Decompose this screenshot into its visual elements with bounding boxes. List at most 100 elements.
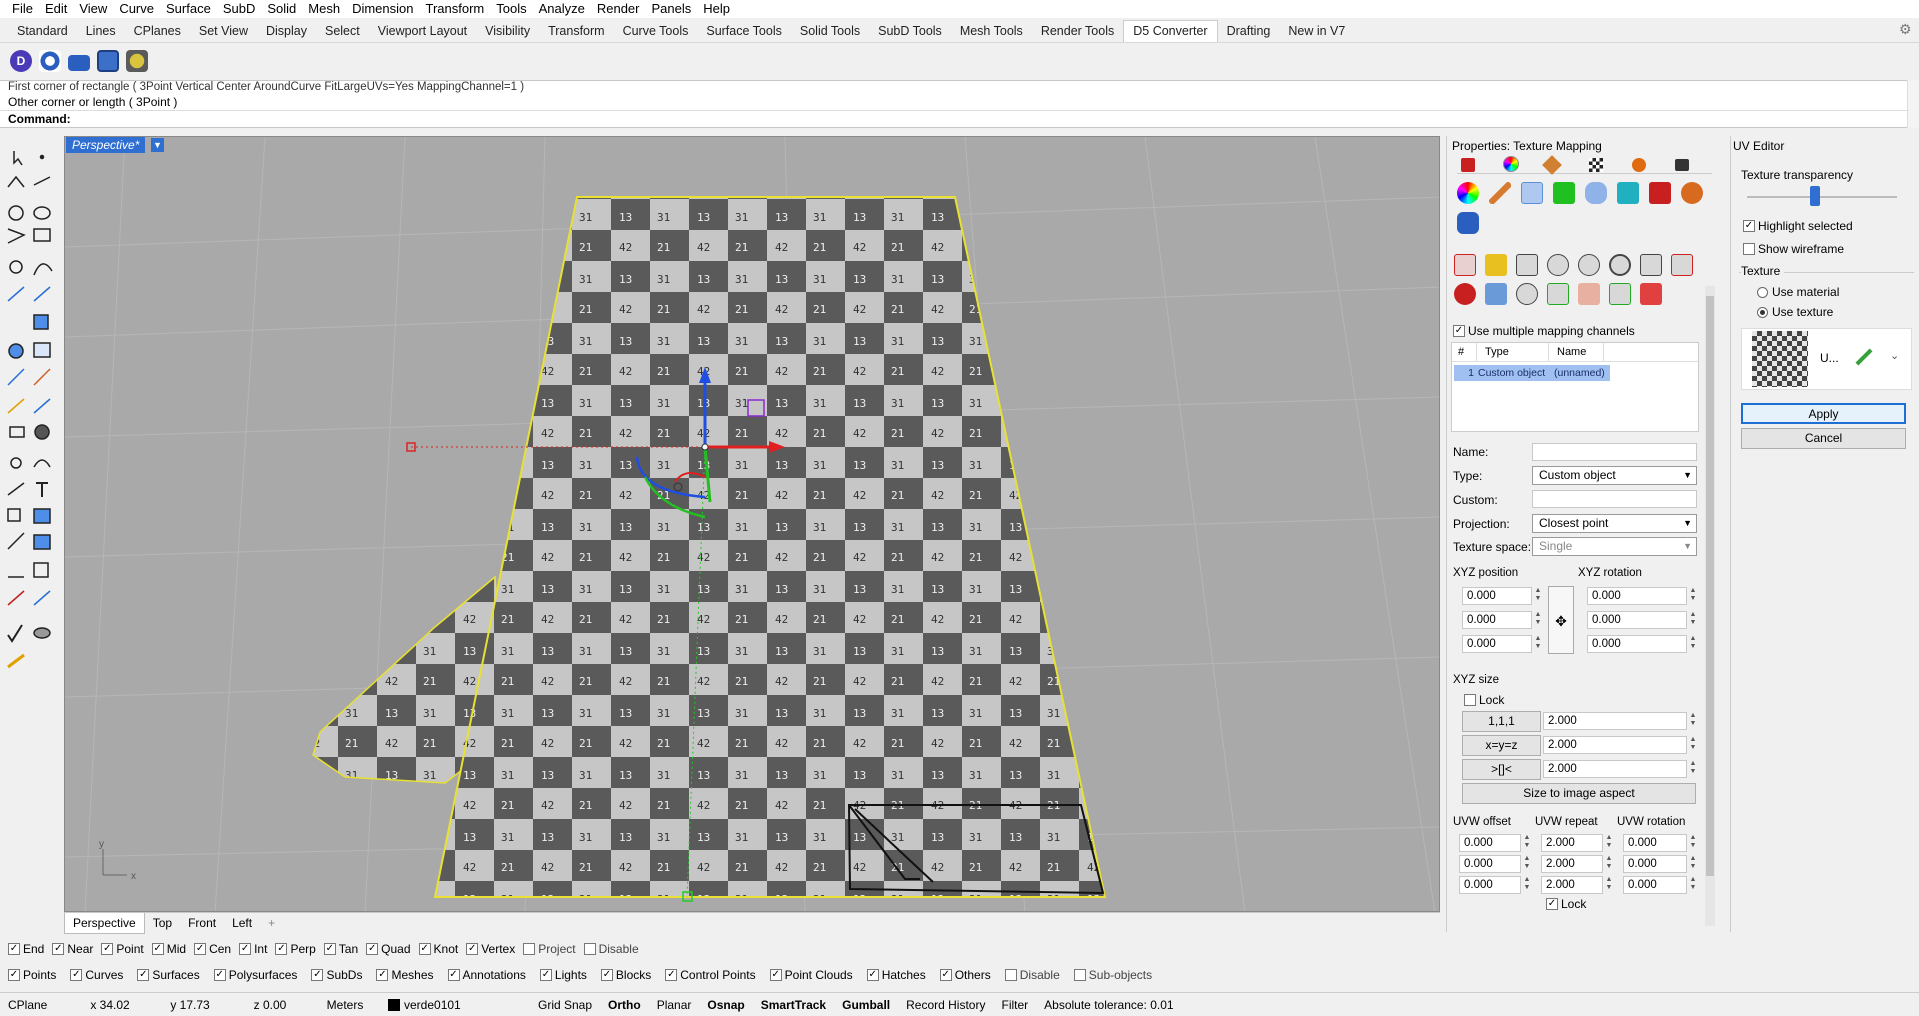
rot-y-field[interactable]: 0.000: [1587, 611, 1687, 629]
viewport-menu-chevron-down-icon[interactable]: ▼: [151, 138, 164, 152]
rotation-w-spinner[interactable]: ▲ ▼: [1689, 876, 1697, 894]
rotation-w-field[interactable]: 0.000: [1623, 876, 1687, 894]
mapping-tool-10-icon[interactable]: [1485, 283, 1507, 305]
layer[interactable]: verde0101: [380, 998, 530, 1012]
highlight-selected-box[interactable]: ✓: [1743, 220, 1755, 232]
pos-z-spinner[interactable]: ▲ ▼: [1534, 635, 1542, 653]
status-grid-snap[interactable]: Grid Snap: [530, 998, 600, 1012]
osnap-box[interactable]: [583, 943, 596, 955]
brush-icon[interactable]: [1489, 182, 1511, 204]
filter-box[interactable]: ✓: [769, 969, 782, 981]
osnap-cen[interactable]: ✓ Cen: [194, 942, 231, 956]
move-handle[interactable]: ✥: [1548, 586, 1574, 654]
menu-item-mesh[interactable]: Mesh: [302, 0, 346, 18]
status-planar[interactable]: Planar: [649, 998, 700, 1012]
status-ortho[interactable]: Ortho: [600, 998, 649, 1012]
perspective-viewport[interactable]: 13 21 31 42: [64, 136, 1440, 912]
filter-meshes[interactable]: ✓ Meshes: [376, 968, 434, 982]
table-row[interactable]: 1 Custom object (unnamed): [1454, 365, 1610, 381]
repeat-u-spinner[interactable]: ▲ ▼: [1605, 834, 1613, 852]
repeat-v-spinner[interactable]: ▲ ▼: [1605, 855, 1613, 873]
database-icon[interactable]: [1457, 212, 1479, 234]
properties-scroll-thumb[interactable]: [1706, 296, 1714, 876]
chevron-down-icon[interactable]: ⌄: [1890, 349, 1899, 362]
size-x-spinner[interactable]: ▲ ▼: [1689, 712, 1697, 730]
repeat-w-spinner[interactable]: ▲ ▼: [1605, 876, 1613, 894]
filter-box[interactable]: ✓: [8, 969, 20, 981]
tab-cplanes[interactable]: CPlanes: [125, 21, 190, 42]
osnap-near[interactable]: ✓ Near: [52, 942, 93, 956]
transparency-slider-thumb[interactable]: [1809, 186, 1820, 206]
cylinder-map-icon[interactable]: [1585, 182, 1607, 204]
pos-y-field[interactable]: 0.000: [1462, 611, 1532, 629]
mapping-tool-11-icon[interactable]: [1516, 283, 1538, 305]
menu-item-transform[interactable]: Transform: [419, 0, 490, 18]
object-tab-icon[interactable]: [1461, 158, 1475, 172]
planar-map-icon[interactable]: [1553, 182, 1575, 204]
filter-control-points[interactable]: ✓ Control Points: [665, 968, 756, 982]
uvw-lock-box[interactable]: ✓: [1546, 898, 1558, 910]
osnap-perp[interactable]: ✓ Perp: [275, 942, 316, 956]
rot-z-spinner[interactable]: ▲ ▼: [1689, 635, 1697, 653]
size-lock-checkbox[interactable]: Lock: [1464, 693, 1504, 707]
size-uniform-button[interactable]: 1,1,1: [1462, 711, 1541, 732]
status-osnap[interactable]: Osnap: [699, 998, 752, 1012]
offset-u-field[interactable]: 0.000: [1459, 834, 1521, 852]
size-z-spinner[interactable]: ▲ ▼: [1689, 760, 1697, 778]
mapping-tool-5-icon[interactable]: [1578, 254, 1600, 276]
menu-item-view[interactable]: View: [73, 0, 113, 18]
rotation-u-field[interactable]: 0.000: [1623, 834, 1687, 852]
pencil-icon[interactable]: [1855, 348, 1873, 366]
cancel-button[interactable]: Cancel: [1741, 428, 1906, 449]
filter-box[interactable]: ✓: [311, 969, 324, 981]
tab-solid-tools[interactable]: Solid Tools: [791, 21, 869, 42]
filter-surfaces[interactable]: ✓ Surfaces: [137, 968, 200, 982]
osnap-box[interactable]: ✓: [194, 943, 207, 955]
filter-box[interactable]: ✓: [447, 969, 460, 981]
video-camera-icon[interactable]: [68, 54, 90, 71]
menu-item-help[interactable]: Help: [697, 0, 736, 18]
units[interactable]: Meters: [310, 998, 380, 1012]
pos-x-field[interactable]: 0.000: [1462, 587, 1532, 605]
osnap-box[interactable]: ✓: [239, 943, 252, 955]
size-y-field[interactable]: 2.000: [1543, 736, 1687, 754]
osnap-point[interactable]: ✓ Point: [101, 942, 144, 956]
osnap-project[interactable]: Project: [523, 942, 576, 956]
repeat-v-field[interactable]: 2.000: [1541, 855, 1603, 873]
box-map-icon[interactable]: [1617, 182, 1639, 204]
decal-tab-icon[interactable]: [1542, 155, 1562, 175]
sphere-map-icon[interactable]: [1681, 182, 1703, 204]
tab-visibility[interactable]: Visibility: [476, 21, 539, 42]
show-wireframe-checkbox[interactable]: Show wireframe: [1743, 242, 1844, 256]
mapping-tool-4-icon[interactable]: [1547, 254, 1569, 276]
osnap-box[interactable]: ✓: [8, 943, 20, 955]
mapping-tool-12-icon[interactable]: [1547, 283, 1569, 305]
mapping-tool-15-icon[interactable]: [1640, 283, 1662, 305]
use-multiple-box[interactable]: ✓: [1453, 325, 1465, 337]
menu-item-surface[interactable]: Surface: [160, 0, 217, 18]
rotation-v-spinner[interactable]: ▲ ▼: [1689, 855, 1697, 873]
osnap-box[interactable]: [523, 943, 536, 955]
osnap-box[interactable]: ✓: [52, 943, 65, 955]
custom-field[interactable]: [1532, 490, 1697, 508]
use-material-radio[interactable]: Use material: [1757, 285, 1839, 299]
filter-lights[interactable]: ✓ Lights: [539, 968, 587, 982]
use-multiple-checkbox[interactable]: ✓ Use multiple mapping channels: [1453, 324, 1635, 338]
mapping-tool-2-icon[interactable]: [1485, 254, 1507, 276]
menu-item-dimension[interactable]: Dimension: [346, 0, 419, 18]
tab-viewport-layout[interactable]: Viewport Layout: [369, 21, 476, 42]
cplane-label[interactable]: CPlane: [0, 998, 70, 1012]
tab-render-tools[interactable]: Render Tools: [1032, 21, 1123, 42]
offset-w-spinner[interactable]: ▲ ▼: [1523, 876, 1531, 894]
light-tab-icon[interactable]: [1632, 158, 1646, 172]
filter-disable[interactable]: Disable: [1004, 968, 1060, 982]
menu-item-solid[interactable]: Solid: [261, 0, 302, 18]
size-z-field[interactable]: 2.000: [1543, 760, 1687, 778]
size-x-field[interactable]: 2.000: [1543, 712, 1687, 730]
viewport-title[interactable]: Perspective*: [66, 137, 146, 153]
viewport-tab-left[interactable]: Left: [224, 913, 260, 933]
osnap-vertex[interactable]: ✓ Vertex: [466, 942, 515, 956]
camera-tab-icon[interactable]: [1675, 159, 1689, 171]
filter-box[interactable]: ✓: [600, 969, 613, 981]
osnap-quad[interactable]: ✓ Quad: [366, 942, 411, 956]
